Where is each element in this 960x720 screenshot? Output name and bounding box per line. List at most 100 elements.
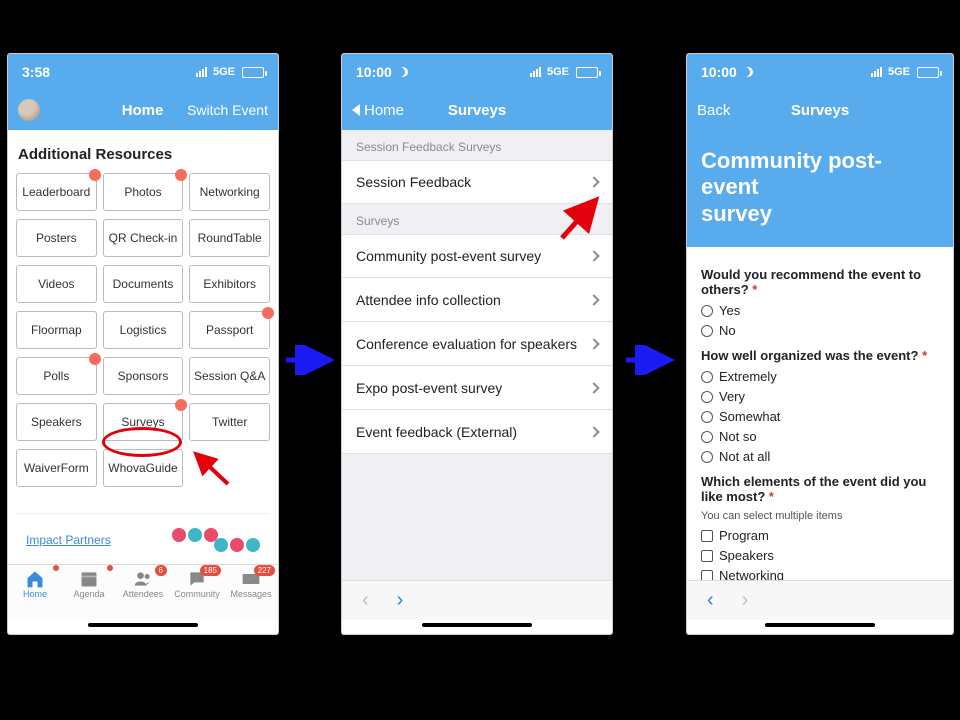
radio-icon [701, 391, 713, 403]
tile-speakers[interactable]: Speakers [16, 403, 97, 441]
nav-bar: Home Surveys [342, 90, 612, 130]
radio-option[interactable]: No [701, 323, 939, 338]
survey-title-line1: Community post-event [701, 148, 882, 199]
signal-icon [871, 67, 882, 77]
nav-title: Surveys [432, 102, 522, 119]
tile-exhibitors[interactable]: Exhibitors [189, 265, 270, 303]
radio-option[interactable]: Not so [701, 429, 939, 444]
tile-videos[interactable]: Videos [16, 265, 97, 303]
tile-surveys[interactable]: Surveys [103, 403, 184, 441]
tile-polls[interactable]: Polls [16, 357, 97, 395]
radio-icon [701, 305, 713, 317]
tile-session-q-a[interactable]: Session Q&A [189, 357, 270, 395]
impact-partners-row: Impact Partners [16, 513, 270, 564]
tile-sponsors[interactable]: Sponsors [103, 357, 184, 395]
chevron-left-icon [352, 104, 360, 116]
tile-logistics[interactable]: Logistics [103, 311, 184, 349]
step-arrow-icon [282, 345, 338, 375]
status-indicators: 5GE [530, 66, 598, 78]
badge: 227 [254, 565, 275, 576]
tab-attendees[interactable]: Attendees6 [117, 569, 169, 599]
tile-whovaguide[interactable]: WhovaGuide [103, 449, 184, 487]
radio-option[interactable]: Yes [701, 303, 939, 318]
signal-icon [530, 67, 541, 77]
browser-toolbar: ‹ › [687, 580, 953, 620]
checkbox-option[interactable]: Networking [701, 568, 939, 580]
checkbox-option[interactable]: Program [701, 528, 939, 543]
group-2-list: Community post-event survey Attendee info… [342, 234, 612, 454]
notification-dot-icon [107, 565, 113, 571]
browser-back-button[interactable]: ‹ [362, 589, 369, 612]
nav-back-button[interactable]: Back [697, 102, 777, 119]
list-item-label: Expo post-event survey [356, 380, 502, 396]
tile-floormap[interactable]: Floormap [16, 311, 97, 349]
tab-label: Agenda [73, 589, 104, 599]
tile-networking[interactable]: Networking [189, 173, 270, 211]
surveys-content: Session Feedback Surveys Session Feedbac… [342, 130, 612, 580]
status-bar: 10:00 5GE [687, 54, 953, 90]
nav-back-label: Home [364, 102, 404, 119]
list-item[interactable]: Expo post-event survey [342, 366, 612, 410]
tile-roundtable[interactable]: RoundTable [189, 219, 270, 257]
impact-partners-link[interactable]: Impact Partners [26, 533, 111, 547]
survey-title-line2: survey [701, 201, 772, 226]
tab-agenda[interactable]: Agenda [63, 569, 115, 599]
notification-dot-icon [89, 353, 101, 365]
tile-photos[interactable]: Photos [103, 173, 184, 211]
list-item[interactable]: Community post-event survey [342, 234, 612, 278]
status-network: 5GE [213, 66, 235, 78]
tab-label: Community [174, 589, 220, 599]
tab-community[interactable]: Community185 [171, 569, 223, 599]
nav-back-button[interactable]: Home [352, 102, 432, 119]
browser-back-button[interactable]: ‹ [707, 589, 714, 612]
nav-title: Home [98, 102, 187, 119]
list-item[interactable]: Event feedback (External) [342, 410, 612, 454]
tab-home[interactable]: Home [9, 569, 61, 599]
browser-toolbar: ‹ › [342, 580, 612, 620]
nav-switch-event[interactable]: Switch Event [187, 102, 268, 118]
nav-bar: Back Surveys [687, 90, 953, 130]
tile-posters[interactable]: Posters [16, 219, 97, 257]
tile-qr-check-in[interactable]: QR Check-in [103, 219, 184, 257]
nav-back-label: Back [697, 102, 730, 119]
browser-forward-button[interactable]: › [742, 589, 749, 612]
list-item[interactable]: Attendee info collection [342, 278, 612, 322]
survey-content: Community post-event survey Would you re… [687, 130, 953, 580]
option-label: Networking [719, 568, 784, 580]
screen-home: 3:58 5GE Home Switch Event Additional Re… [8, 54, 278, 634]
tile-passport[interactable]: Passport [189, 311, 270, 349]
radio-icon [701, 325, 713, 337]
status-bar: 10:00 5GE [342, 54, 612, 90]
tab-messages[interactable]: Messages227 [225, 569, 277, 599]
battery-icon [576, 67, 598, 78]
tile-documents[interactable]: Documents [103, 265, 184, 303]
radio-option[interactable]: Not at all [701, 449, 939, 464]
chevron-right-icon [588, 250, 599, 261]
notification-dot-icon [175, 169, 187, 181]
option-label: Yes [719, 303, 740, 318]
nav-avatar[interactable] [18, 99, 98, 121]
status-time: 10:00 [356, 64, 392, 80]
tile-twitter[interactable]: Twitter [189, 403, 270, 441]
list-item-label: Community post-event survey [356, 248, 541, 264]
home-icon [24, 569, 46, 589]
nav-title: Surveys [777, 102, 863, 119]
list-item[interactable]: Session Feedback [342, 160, 612, 204]
survey-title-hero: Community post-event survey [687, 130, 953, 247]
survey-form: Would you recommend the event to others?… [687, 247, 953, 580]
radio-option[interactable]: Somewhat [701, 409, 939, 424]
home-indicator [8, 620, 278, 634]
badge: 185 [200, 565, 221, 576]
tile-leaderboard[interactable]: Leaderboard [16, 173, 97, 211]
status-indicators: 5GE [196, 66, 264, 78]
status-network: 5GE [547, 66, 569, 78]
radio-option[interactable]: Extremely [701, 369, 939, 384]
radio-option[interactable]: Very [701, 389, 939, 404]
list-item[interactable]: Conference evaluation for speakers [342, 322, 612, 366]
status-bar: 3:58 5GE [8, 54, 278, 90]
checkbox-option[interactable]: Speakers [701, 548, 939, 563]
option-label: Extremely [719, 369, 777, 384]
group-header: Surveys [342, 204, 612, 234]
tile-waiverform[interactable]: WaiverForm [16, 449, 97, 487]
browser-forward-button[interactable]: › [397, 589, 404, 612]
